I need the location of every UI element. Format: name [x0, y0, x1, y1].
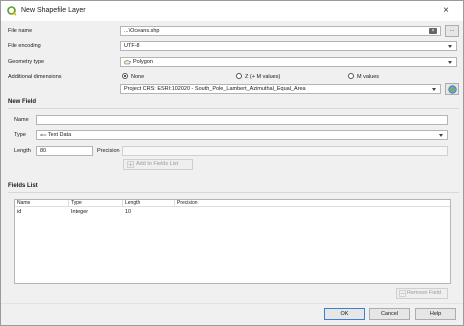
remove-field-icon [399, 290, 406, 297]
field-length-label: Length [14, 148, 31, 154]
remove-field-label: Remove Field [407, 290, 441, 296]
crs-value: Project CRS: ESRI:102020 - South_Pole_La… [124, 86, 306, 92]
dimension-z-radio[interactable] [236, 73, 242, 79]
new-shapefile-layer-dialog: New Shapefile Layer × File name ...\Ocea… [0, 0, 464, 326]
geometry-type-value: Polygon [133, 59, 153, 65]
new-field-heading: New Field [8, 99, 37, 105]
cell-name: id [17, 209, 22, 215]
geometry-type-select[interactable]: Polygon [120, 57, 457, 67]
file-name-value: ...\Oceans.shp [124, 28, 160, 34]
browse-file-button[interactable]: … [445, 25, 459, 37]
title-bar: New Shapefile Layer × [1, 1, 463, 21]
file-name-input[interactable]: ...\Oceans.shp [120, 26, 441, 36]
file-encoding-label: File encoding [8, 43, 41, 49]
column-header-name[interactable]: Name [15, 200, 69, 207]
cell-type: Integer [71, 209, 89, 215]
close-window-icon[interactable]: × [439, 5, 453, 17]
field-name-input[interactable] [36, 115, 448, 125]
file-encoding-select[interactable]: UTF-8 [120, 41, 457, 51]
dimension-m-label: M values [357, 74, 380, 80]
add-to-fields-list-label: Add to Fields List [136, 161, 179, 167]
field-type-value: Text Data [47, 132, 72, 138]
ok-button[interactable]: OK [324, 308, 365, 320]
dimension-none-label: None [131, 74, 145, 80]
column-header-length[interactable]: Length [123, 200, 175, 207]
fields-table[interactable]: Name Type Length Precision id Integer 10 [14, 199, 451, 284]
field-type-label: Type [14, 132, 26, 138]
field-length-value: 80 [40, 148, 47, 154]
remove-field-button[interactable]: Remove Field [396, 288, 448, 299]
new-field-divider [8, 108, 459, 109]
add-to-fields-list-button[interactable]: Add to Fields List [123, 159, 193, 170]
clear-text-icon[interactable]: × [429, 28, 437, 34]
dimension-m-radio[interactable] [348, 73, 354, 79]
additional-dimensions-label: Additional dimensions [8, 74, 62, 80]
dimension-z-label: Z (+ M values) [245, 74, 281, 80]
globe-icon [448, 85, 457, 94]
geometry-type-label: Geometry type [8, 59, 45, 65]
footer-divider [1, 303, 463, 304]
file-encoding-value: UTF-8 [124, 43, 140, 49]
help-button[interactable]: Help [415, 308, 456, 320]
field-precision-label: Precision [97, 148, 120, 154]
fields-list-heading: Fields List [8, 183, 38, 189]
field-type-select[interactable]: abc Text Data [36, 130, 448, 140]
file-name-label: File name [8, 28, 33, 34]
polygon-icon [124, 60, 131, 65]
dimension-none-radio[interactable] [122, 73, 128, 79]
window-title: New Shapefile Layer [21, 7, 86, 14]
field-name-label: Name [14, 117, 29, 123]
column-header-precision[interactable]: Precision [175, 200, 450, 207]
fields-list-divider [8, 192, 459, 193]
cell-length: 10 [125, 209, 132, 215]
cancel-button[interactable]: Cancel [369, 308, 410, 320]
text-type-icon: abc [40, 132, 47, 137]
field-length-input[interactable]: 80 [36, 146, 93, 156]
qgis-logo-icon [7, 6, 17, 16]
crs-select[interactable]: Project CRS: ESRI:102020 - South_Pole_La… [120, 84, 441, 94]
column-header-type[interactable]: Type [69, 200, 123, 207]
select-crs-button[interactable] [445, 83, 459, 95]
add-field-icon [127, 161, 134, 168]
field-precision-input[interactable] [122, 146, 448, 156]
table-row[interactable]: id Integer 10 [15, 209, 450, 217]
